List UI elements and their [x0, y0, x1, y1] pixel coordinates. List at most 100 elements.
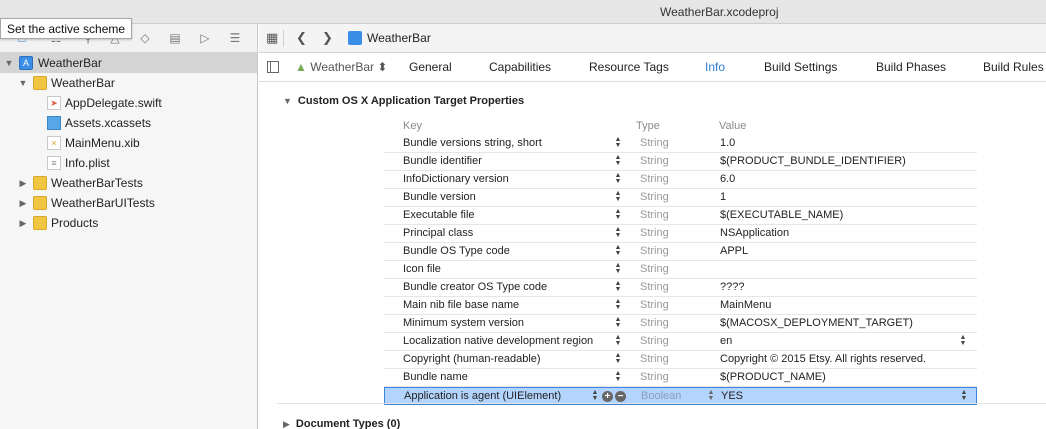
tab-build-settings[interactable]: Build Settings [764, 60, 837, 74]
key-stepper-icon[interactable]: ▲ ▼ [614, 154, 622, 169]
row-value[interactable]: ???? [720, 279, 744, 296]
table-row[interactable]: Main nib file base name ▲ ▼ String MainMenu [384, 297, 977, 315]
row-value[interactable]: $(EXECUTABLE_NAME) [720, 207, 843, 224]
tab-build-phases[interactable]: Build Phases [876, 60, 946, 74]
disclosure-expanded-icon[interactable]: ▼ [283, 96, 292, 106]
type-stepper-icon[interactable]: ▲ ▼ [707, 389, 715, 404]
row-value[interactable]: $(PRODUCT_NAME) [720, 369, 826, 386]
report-navigator-icon[interactable]: ☰ [227, 30, 243, 46]
table-row[interactable]: Principal class ▲ ▼ String NSApplication [384, 225, 977, 243]
row-key[interactable]: Copyright (human-readable) [403, 351, 541, 368]
row-key[interactable]: Bundle version [403, 189, 476, 206]
row-type[interactable]: String [640, 351, 669, 368]
key-stepper-icon[interactable]: ▲ ▼ [614, 172, 622, 187]
row-type[interactable]: String [640, 207, 669, 224]
table-row[interactable]: Minimum system version ▲ ▼ String $(MACOSX_D… [384, 315, 977, 333]
row-value[interactable]: MainMenu [720, 297, 771, 314]
row-key[interactable]: Principal class [403, 225, 473, 242]
tab-resource-tags[interactable]: Resource Tags [589, 60, 669, 74]
row-key[interactable]: Bundle creator OS Type code [403, 279, 547, 296]
key-stepper-icon[interactable]: ▲ ▼ [614, 136, 622, 151]
key-stepper-icon[interactable]: ▲ ▼ [614, 316, 622, 331]
row-key[interactable]: Executable file [403, 207, 475, 224]
table-row[interactable]: Localization native development region ▲ ▼… [384, 333, 977, 351]
tree-row-file[interactable]: × MainMenu.xib [0, 133, 257, 153]
tree-row-file[interactable]: ≡ Info.plist [0, 153, 257, 173]
tree-row-folder[interactable]: ▶ WeatherBarUITests [0, 193, 257, 213]
row-value[interactable]: 1 [720, 189, 726, 206]
table-row[interactable]: Executable file ▲ ▼ String $(EXECUTABLE_NAME… [384, 207, 977, 225]
row-key[interactable]: Minimum system version [403, 315, 524, 332]
table-row[interactable]: Bundle OS Type code ▲ ▼ String APPL [384, 243, 977, 261]
disclosure-expanded-icon[interactable]: ▼ [18, 73, 28, 93]
key-stepper-icon[interactable]: ▲ ▼ [614, 226, 622, 241]
key-stepper-icon[interactable]: ▲ ▼ [614, 244, 622, 259]
column-header-key[interactable]: Key [403, 120, 422, 132]
row-type[interactable]: String [640, 369, 669, 386]
row-key[interactable]: Bundle name [403, 369, 468, 386]
row-type[interactable]: String [640, 333, 669, 350]
disclosure-collapsed-icon[interactable]: ▶ [18, 213, 28, 233]
row-value[interactable]: Copyright © 2015 Etsy. All rights reserv… [720, 351, 926, 368]
key-stepper-icon[interactable]: ▲ ▼ [614, 208, 622, 223]
table-row[interactable]: Bundle creator OS Type code ▲ ▼ String???? [384, 279, 977, 297]
tree-row-folder[interactable]: ▶ Products [0, 213, 257, 233]
key-stepper-icon[interactable]: ▲ ▼ [614, 370, 622, 385]
disclosure-collapsed-icon[interactable]: ▶ [18, 173, 28, 193]
disclosure-collapsed-icon[interactable]: ▶ [283, 419, 290, 429]
forward-chevron-icon[interactable]: ❯ [322, 30, 333, 46]
row-value[interactable]: $(MACOSX_DEPLOYMENT_TARGET) [720, 315, 913, 332]
row-key[interactable]: Icon file [403, 261, 441, 278]
row-value[interactable]: $(PRODUCT_BUNDLE_IDENTIFIER) [720, 153, 906, 170]
row-value[interactable]: APPL [720, 243, 748, 260]
back-chevron-icon[interactable]: ❮ [296, 30, 307, 46]
row-type[interactable]: String [640, 135, 669, 152]
tree-row-file[interactable]: ➤ AppDelegate.swift [0, 93, 257, 113]
tree-row-folder[interactable]: ▶ WeatherBarTests [0, 173, 257, 193]
row-type[interactable]: String [640, 243, 669, 260]
table-row[interactable]: Copyright (human-readable) ▲ ▼ String Copyri… [384, 351, 977, 369]
key-stepper-icon[interactable]: ▲ ▼ [614, 262, 622, 277]
tree-row-project[interactable]: ▼ A WeatherBar [0, 53, 257, 73]
table-row[interactable]: InfoDictionary version ▲ ▼ String 6.0 [384, 171, 977, 189]
sidebar-toggle-icon[interactable] [267, 61, 279, 73]
section-header-custom-properties[interactable]: ▼ Custom OS X Application Target Properti… [283, 95, 524, 107]
row-value[interactable]: NSApplication [720, 225, 789, 242]
row-type[interactable]: String [640, 261, 669, 278]
row-value[interactable]: en [720, 333, 732, 350]
tab-general[interactable]: General [409, 60, 452, 74]
key-stepper-icon[interactable]: ▲ ▼ [614, 190, 622, 205]
remove-row-icon[interactable]: − [615, 391, 626, 402]
tree-row-file[interactable]: Assets.xcassets [0, 113, 257, 133]
row-type[interactable]: String [640, 279, 669, 296]
key-stepper-icon[interactable]: ▲ ▼ [614, 280, 622, 295]
tab-build-rules[interactable]: Build Rules [983, 60, 1044, 74]
tab-info[interactable]: Info [705, 60, 725, 74]
table-row[interactable]: Bundle identifier ▲ ▼ String $(PRODUCT_BUNDL… [384, 153, 977, 171]
tree-row-folder[interactable]: ▼ WeatherBar [0, 73, 257, 93]
section-header-document-types[interactable]: ▶ Document Types (0) [283, 418, 400, 429]
value-popup-icon[interactable]: ▲ ▼ [960, 389, 968, 404]
row-key[interactable]: Bundle versions string, short [403, 135, 542, 152]
add-row-icon[interactable]: + [602, 391, 613, 402]
breakpoint-navigator-icon[interactable]: ▷ [197, 30, 213, 46]
row-type[interactable]: String [640, 297, 669, 314]
row-key[interactable]: Bundle OS Type code [403, 243, 510, 260]
key-stepper-icon[interactable]: ▲ ▼ [614, 352, 622, 367]
row-type[interactable]: String [640, 153, 669, 170]
table-row[interactable]: Bundle name ▲ ▼ String $(PRODUCT_NAME) [384, 369, 977, 387]
row-type[interactable]: String [640, 315, 669, 332]
tab-capabilities[interactable]: Capabilities [489, 60, 551, 74]
row-value[interactable]: 1.0 [720, 135, 735, 152]
key-stepper-icon[interactable]: ▲ ▼ [614, 298, 622, 313]
row-type[interactable]: String [640, 171, 669, 188]
row-key[interactable]: Localization native development region [403, 333, 593, 350]
table-row[interactable]: Bundle version ▲ ▼ String 1 [384, 189, 977, 207]
table-row[interactable]: Bundle versions string, short ▲ ▼ String 1.0 [384, 135, 977, 153]
column-header-value[interactable]: Value [719, 120, 746, 132]
target-selector[interactable]: ▲ WeatherBar ⬍ [295, 60, 387, 74]
column-header-type[interactable]: Type [636, 120, 660, 132]
debug-navigator-icon[interactable]: ▤ [167, 30, 183, 46]
value-popup-icon[interactable]: ▲ ▼ [959, 334, 967, 349]
row-type[interactable]: String [640, 225, 669, 242]
